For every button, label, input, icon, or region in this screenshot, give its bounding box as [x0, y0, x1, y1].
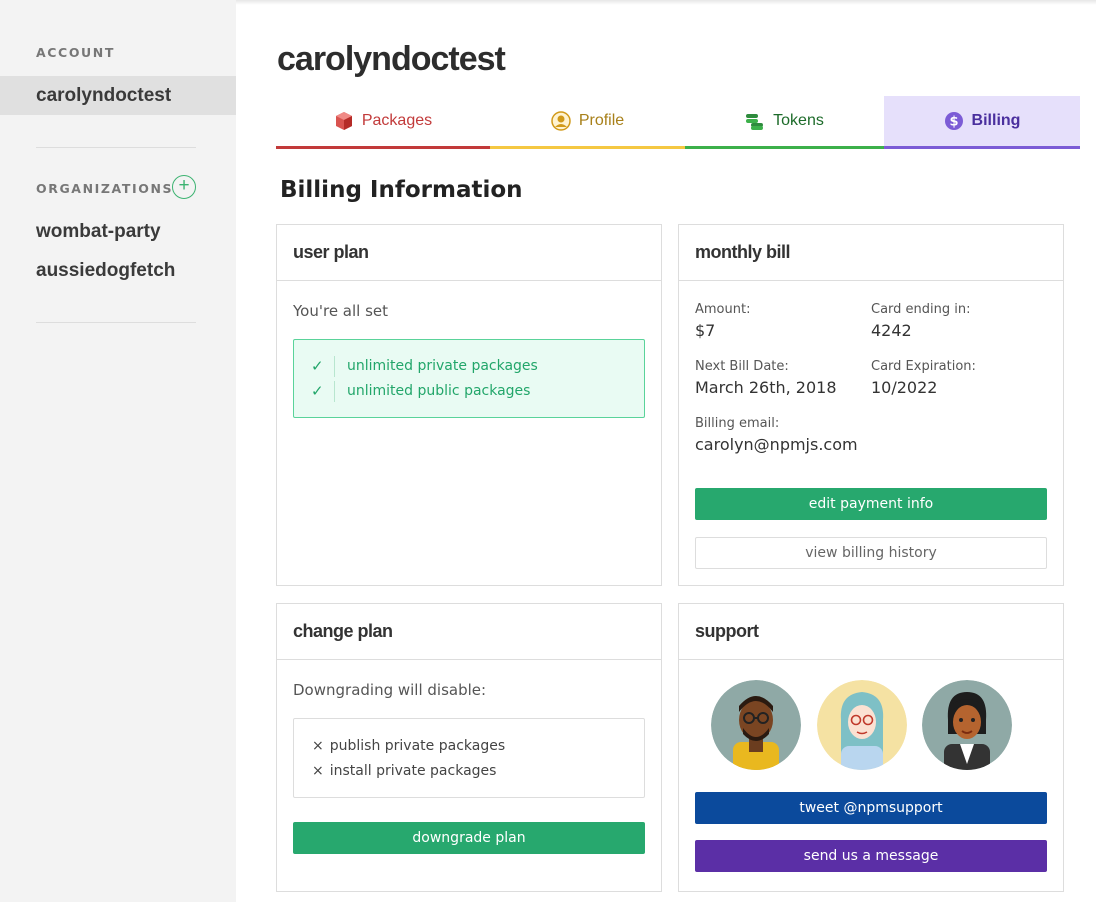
divider: [334, 381, 335, 402]
page-title: carolyndoctest: [277, 40, 506, 78]
sidebar-item-org[interactable]: aussiedogfetch: [36, 260, 175, 282]
billing-history-button[interactable]: view billing history: [695, 537, 1047, 569]
account-name: carolyndoctest: [36, 85, 172, 106]
organizations-heading: ORGANIZATIONS: [36, 181, 174, 196]
tab-profile[interactable]: Profile: [490, 96, 685, 149]
section-title: Billing Information: [280, 177, 523, 203]
amount-label: Amount:: [695, 302, 751, 317]
tab-label: Billing: [971, 112, 1021, 129]
cube-icon: [335, 112, 352, 130]
divider: [334, 356, 335, 377]
list-item: ✓ unlimited public packages: [294, 381, 644, 403]
account-heading: ACCOUNT: [36, 45, 115, 60]
check-icon: ✓: [311, 383, 324, 400]
card-title: user plan: [277, 225, 661, 281]
user-icon: [551, 111, 571, 131]
tab-label: Profile: [578, 112, 625, 129]
support-card: support tweet @npmsupport send us a mess…: [678, 603, 1064, 892]
monthly-bill-card: monthly bill Amount: $7 Card ending in: …: [678, 224, 1064, 586]
feature-label: publish private packages: [329, 738, 506, 754]
user-plan-card: user plan You're all set ✓ unlimited pri…: [276, 224, 662, 586]
email-label: Billing email:: [695, 416, 780, 431]
x-icon: ×: [312, 738, 324, 754]
tweet-support-button[interactable]: tweet @npmsupport: [695, 792, 1047, 824]
support-avatar: [817, 680, 907, 770]
sidebar-item-org[interactable]: wombat-party: [36, 221, 161, 243]
downgrade-button[interactable]: downgrade plan: [293, 822, 645, 854]
card-title: change plan: [277, 604, 661, 660]
send-message-button[interactable]: send us a message: [695, 840, 1047, 872]
email-value: carolyn@npmjs.com: [695, 435, 858, 454]
downgrade-intro: Downgrading will disable:: [293, 681, 487, 699]
support-avatar: [922, 680, 1012, 770]
coins-icon: [746, 114, 764, 130]
add-organization-icon[interactable]: +: [172, 175, 196, 199]
list-item: ✓ unlimited private packages: [294, 356, 644, 378]
check-icon: ✓: [311, 358, 324, 375]
card-value: 4242: [871, 321, 912, 340]
disabled-features: × publish private packages × install priva…: [293, 718, 645, 798]
expiration-label: Card Expiration:: [871, 359, 976, 374]
svg-text:$: $: [949, 115, 958, 130]
amount-value: $7: [695, 321, 716, 340]
tab-tokens[interactable]: Tokens: [685, 96, 884, 149]
feature-label: unlimited private packages: [347, 358, 538, 374]
card-title: monthly bill: [679, 225, 1063, 281]
dollar-icon: $: [944, 112, 963, 130]
feature-label: install private packages: [329, 763, 497, 779]
next-date-value: March 26th, 2018: [695, 378, 837, 397]
sidebar-item-account[interactable]: carolyndoctest: [0, 76, 236, 115]
card-title: support: [679, 604, 1063, 660]
sidebar-divider: [36, 322, 196, 323]
feature-label: unlimited public packages: [347, 383, 531, 399]
sidebar: ACCOUNT carolyndoctest ORGANIZATIONS + w…: [0, 0, 236, 902]
plan-features: ✓ unlimited private packages ✓ unlimited…: [293, 339, 645, 418]
list-item: × publish private packages: [312, 738, 505, 754]
tab-billing[interactable]: $ Billing: [884, 96, 1080, 149]
plan-status: You're all set: [293, 302, 389, 320]
list-item: × install private packages: [312, 763, 496, 779]
support-avatar: [711, 680, 801, 770]
tab-label: Packages: [361, 112, 433, 129]
edit-payment-button[interactable]: edit payment info: [695, 488, 1047, 520]
change-plan-card: change plan Downgrading will disable: × p…: [276, 603, 662, 892]
card-label: Card ending in:: [871, 302, 971, 317]
top-shadow: [236, 0, 1096, 5]
sidebar-divider: [36, 147, 196, 148]
tab-packages[interactable]: Packages: [276, 96, 490, 149]
tab-label: Tokens: [773, 112, 824, 129]
x-icon: ×: [312, 763, 324, 779]
expiration-value: 10/2022: [871, 378, 938, 397]
tab-bar: Packages Profile Tokens $ Billing: [276, 96, 1080, 149]
next-date-label: Next Bill Date:: [695, 359, 789, 374]
